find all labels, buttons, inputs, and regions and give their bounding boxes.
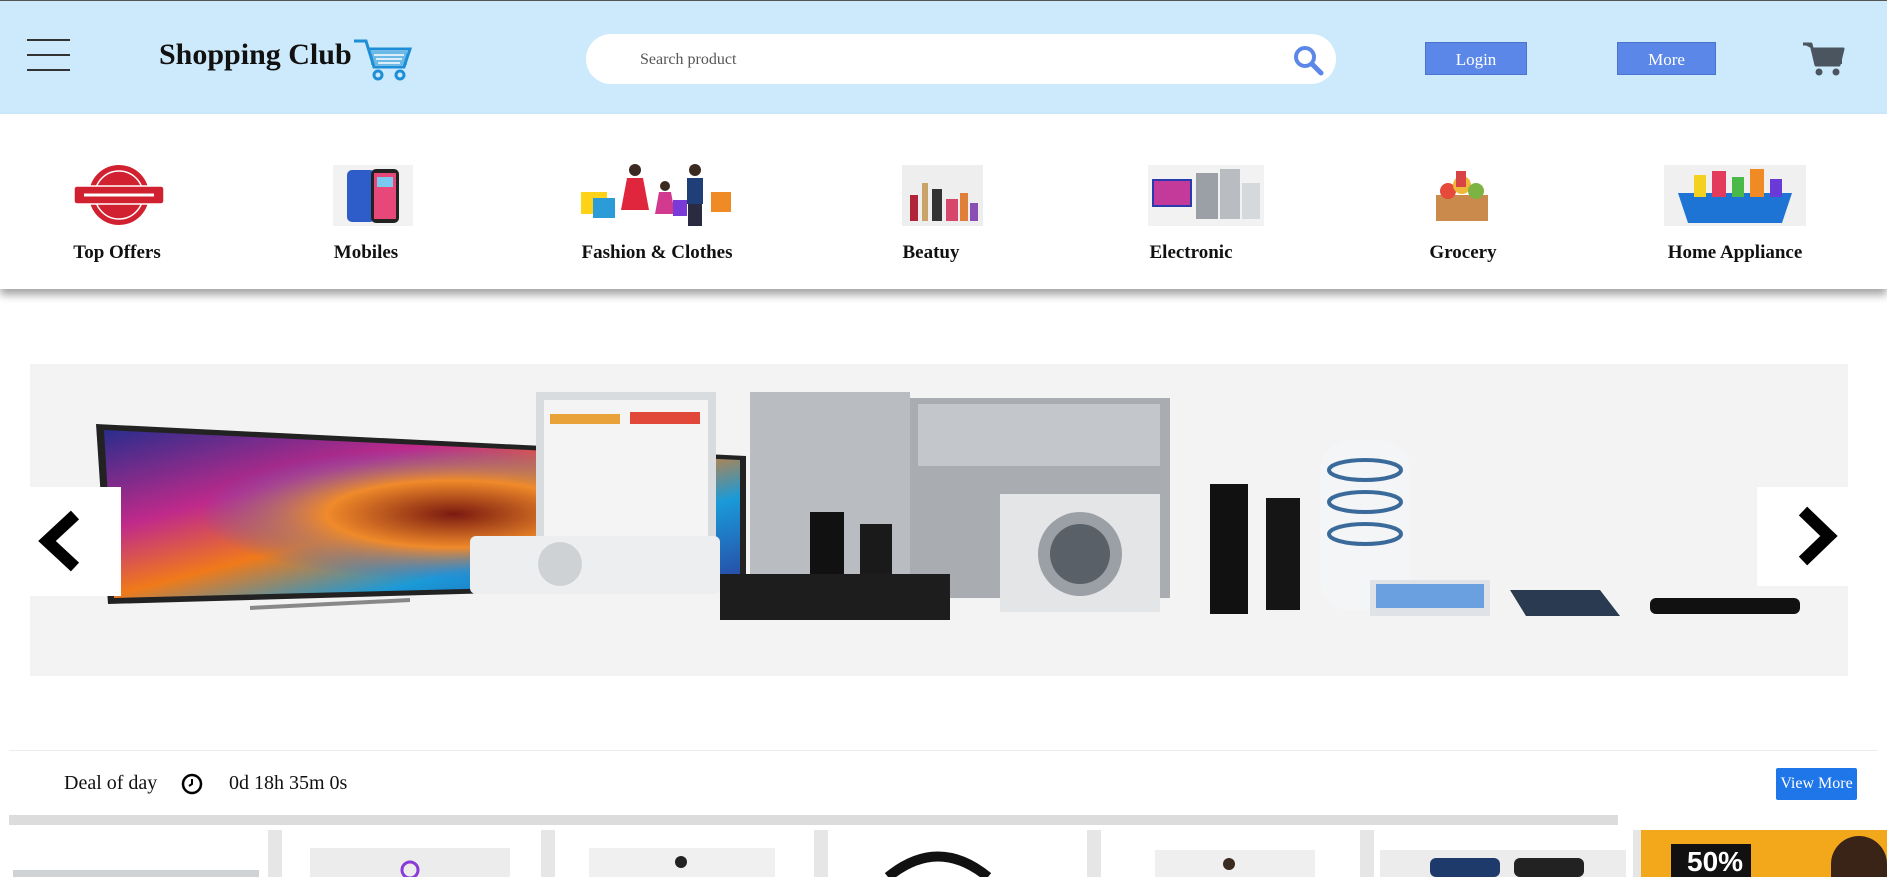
smartphone-icon [333, 165, 413, 226]
view-more-button[interactable]: View More [1776, 768, 1857, 800]
product-thumb [884, 851, 992, 877]
product-card[interactable] [1101, 830, 1374, 877]
category-label: Fashion & Clothes [581, 242, 733, 263]
search-input[interactable] [638, 44, 1242, 76]
category-label: Home Appliance [1667, 242, 1803, 263]
more-button[interactable]: More [1617, 42, 1716, 75]
clock-icon [181, 773, 203, 795]
deal-of-day-bar: Deal of day 0d 18h 35m 0s View More [9, 750, 1878, 817]
product-card[interactable] [9, 830, 282, 877]
deal-countdown: 0d 18h 35m 0s [229, 772, 348, 794]
chevron-left-icon [38, 510, 80, 572]
electronics-collage-image [96, 392, 1800, 620]
carousel-next-button[interactable] [1757, 487, 1848, 586]
product-card[interactable] [1374, 830, 1647, 877]
product-card[interactable] [828, 830, 1101, 877]
category-label: Mobiles [333, 242, 399, 263]
category-label: Top Offers [73, 242, 161, 263]
sale-percent: 50% [1687, 846, 1744, 877]
hero-banner[interactable] [30, 364, 1848, 676]
shopping-cart-logo-icon [354, 39, 413, 81]
category-label: Beatuy [902, 242, 960, 263]
product-thumb [310, 848, 510, 877]
tv-appliances-icon [1148, 165, 1264, 226]
cleaning-basket-icon [1664, 165, 1806, 226]
product-thumb [1155, 850, 1315, 877]
header-bar: Shopping Club Login More [0, 0, 1887, 114]
chevron-right-icon [1798, 506, 1838, 566]
cosmetics-icon [902, 165, 983, 226]
product-card[interactable] [555, 830, 828, 877]
product-card[interactable] [282, 830, 555, 877]
sale-promo-banner[interactable]: 50% [1641, 830, 1887, 877]
product-thumb [1380, 850, 1626, 877]
deal-title: Deal of day [64, 772, 158, 794]
category-label: Electronic [1149, 242, 1233, 263]
brand-title[interactable]: Shopping Club [159, 38, 352, 72]
scrollbar-track[interactable] [9, 815, 1618, 825]
login-button[interactable]: Login [1425, 42, 1527, 75]
grocery-box-icon [1436, 171, 1488, 221]
search-icon[interactable] [1292, 44, 1324, 76]
search-bar [586, 34, 1336, 84]
product-thumb [589, 848, 775, 877]
special-offer-badge-icon [73, 165, 165, 225]
category-bar: Top Offers Mobiles Fashion & Clothes Bea… [0, 114, 1887, 289]
hamburger-menu-icon[interactable] [27, 39, 70, 71]
deal-product-list: 50% [9, 830, 1887, 877]
carousel-prev-button[interactable] [30, 487, 121, 596]
category-label: Grocery [1429, 242, 1497, 263]
cart-icon[interactable] [1803, 41, 1845, 77]
shoppers-family-icon [581, 164, 731, 226]
product-thumb [13, 870, 259, 877]
